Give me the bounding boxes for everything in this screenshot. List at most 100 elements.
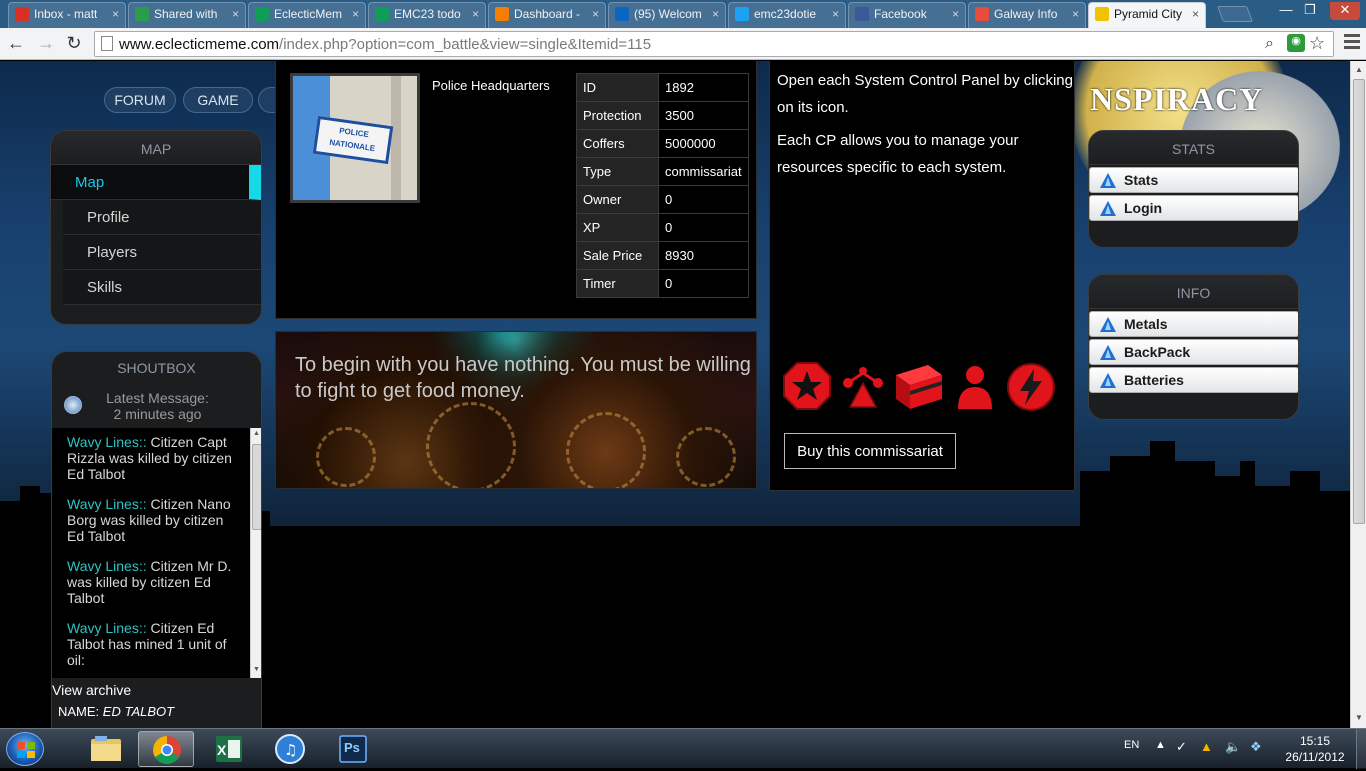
photoshop-label: Ps [344,740,360,755]
forward-button[interactable]: → [34,32,58,56]
property-value: 5000000 [658,129,749,158]
itunes-icon[interactable]: ♫ [262,731,318,767]
name-value: ED TALBOT [102,704,175,719]
shoutbox-title: SHOUTBOX [117,360,196,376]
property-key: ID [576,73,659,102]
control-panel-box: Open each System Control Panel by clicki… [769,61,1075,491]
close-window-icon[interactable]: ✕ [1330,2,1360,20]
tab-close-icon[interactable]: × [232,7,239,21]
zoom-icon[interactable]: ⌕ [1265,35,1274,53]
map-menu-item-map[interactable]: Map [51,165,261,200]
tab-close-icon[interactable]: × [112,7,119,21]
browser-tab[interactable]: EclecticMem × [248,2,366,28]
building-title: Police Headquarters [432,78,550,93]
cp-network-icon[interactable] [838,361,888,413]
chrome-menu-icon[interactable] [1344,34,1360,50]
browser-tab[interactable]: Shared with × [128,2,246,28]
forum-button[interactable]: FORUM [104,87,176,113]
windows-taskbar: X ♫ Ps EN ▲ ✓ ▲ 🔈 ❖ 15:15 26/11/2012 [0,728,1366,769]
browser-tab[interactable]: EMC23 todo × [368,2,486,28]
property-value: 1892 [658,73,749,102]
cp-power-icon[interactable] [1006,361,1056,413]
show-desktop-button[interactable] [1356,729,1366,769]
explorer-icon[interactable] [78,731,134,767]
stats-item-login[interactable]: Login [1089,195,1298,221]
excel-icon[interactable]: X [200,731,256,767]
tab-label: Inbox - matt [34,7,98,21]
back-button[interactable]: ← [4,32,28,56]
page-scrollbar[interactable]: ▲ ▼ [1350,61,1366,728]
extension-shield-icon[interactable]: ◉ [1287,34,1305,52]
bookmark-star-icon[interactable]: ☆ [1309,33,1325,54]
tab-close-icon[interactable]: × [832,7,839,21]
shoutbox-scrollbar[interactable]: ▲ ▼ [250,428,261,678]
shoutbox-messages: Wavy Lines:: Citizen Capt Rizzla was kil… [52,428,250,678]
volume-icon[interactable]: 🔈 [1225,739,1241,755]
shout-message: Wavy Lines:: Citizen Capt Rizzla was kil… [52,428,250,490]
pin-icon[interactable]: ✓ [1176,739,1187,755]
browser-tab[interactable]: Galway Info × [968,2,1086,28]
property-value: 3500 [658,101,749,130]
property-row: Timer 0 [576,269,749,298]
scroll-thumb[interactable] [252,444,261,530]
property-key: Type [576,157,659,186]
minimize-icon[interactable]: — [1276,2,1296,20]
address-bar[interactable]: www.eclecticmeme.com/index.php?option=co… [94,31,1334,57]
restore-icon[interactable]: ❐ [1300,2,1320,20]
tab-close-icon[interactable]: × [352,7,359,21]
new-tab-button[interactable] [1217,6,1253,22]
map-menu-item-players[interactable]: Players [63,235,261,270]
stats-panel: STATS Stats Login [1088,130,1299,248]
tab-close-icon[interactable]: × [1192,7,1199,21]
shout-author[interactable]: Wavy Lines:: [67,558,147,574]
browser-tab[interactable]: Dashboard - × [488,2,606,28]
browser-tab[interactable]: (95) Welcom × [608,2,726,28]
game-button[interactable]: GAME [183,87,253,113]
browser-tab[interactable]: Facebook × [848,2,966,28]
tab-close-icon[interactable]: × [712,7,719,21]
tray-expand-icon[interactable]: ▲ [1155,739,1166,751]
blogger-icon [495,7,509,21]
browser-tab[interactable]: Inbox - matt × [8,2,126,28]
police-sign: POLICE NATIONALE [312,115,394,165]
building-properties-table: ID 1892 Protection 3500 Coffers 5000000 Type co… [576,73,749,298]
view-archive-link[interactable]: View archive [52,682,131,698]
cp-person-icon[interactable] [950,361,1000,413]
tab-close-icon[interactable]: × [952,7,959,21]
chrome-icon[interactable] [138,731,194,767]
reload-button[interactable]: ↻ [62,32,86,56]
menu-label: BackPack [1124,344,1191,360]
page-scroll-thumb[interactable] [1353,79,1365,524]
info-item-backpack[interactable]: BackPack [1089,339,1298,365]
linkedin-icon [615,7,629,21]
info-item-metals[interactable]: Metals [1089,311,1298,337]
system-clock[interactable]: 15:15 26/11/2012 [1280,733,1350,765]
tab-close-icon[interactable]: × [472,7,479,21]
buy-building-button[interactable]: Buy this commissariat [784,433,956,469]
info-item-batteries[interactable]: Batteries [1089,367,1298,393]
tab-label: Galway Info [994,7,1058,21]
clock-time: 15:15 [1299,734,1331,748]
cp-star-icon[interactable] [782,361,832,413]
url-host: www.eclecticmeme.com [119,36,280,53]
tab-label: EMC23 todo [394,7,461,21]
cp-box-icon[interactable] [894,361,944,413]
shout-author[interactable]: Wavy Lines:: [67,434,147,450]
start-button[interactable] [6,732,44,766]
dropbox-icon[interactable]: ❖ [1250,739,1262,755]
map-menu-item-profile[interactable]: Profile [63,200,261,235]
tab-close-icon[interactable]: × [1072,7,1079,21]
drive-tray-icon[interactable]: ▲ [1200,739,1213,754]
joomla-icon [975,7,989,21]
shout-author[interactable]: Wavy Lines:: [67,620,147,636]
map-panel-title: MAP [51,131,261,165]
shout-author[interactable]: Wavy Lines:: [67,496,147,512]
stats-item-stats[interactable]: Stats [1089,167,1298,193]
language-indicator[interactable]: EN [1124,739,1139,751]
web-page: NSPIRACY FORUM GAME MAP Map Profile Player… [0,61,1350,728]
browser-tab[interactable]: Pyramid City × [1088,2,1206,28]
browser-tab[interactable]: emc23dotie × [728,2,846,28]
photoshop-icon[interactable]: Ps [324,731,380,767]
map-menu-item-skills[interactable]: Skills [63,270,261,305]
tab-close-icon[interactable]: × [592,7,599,21]
